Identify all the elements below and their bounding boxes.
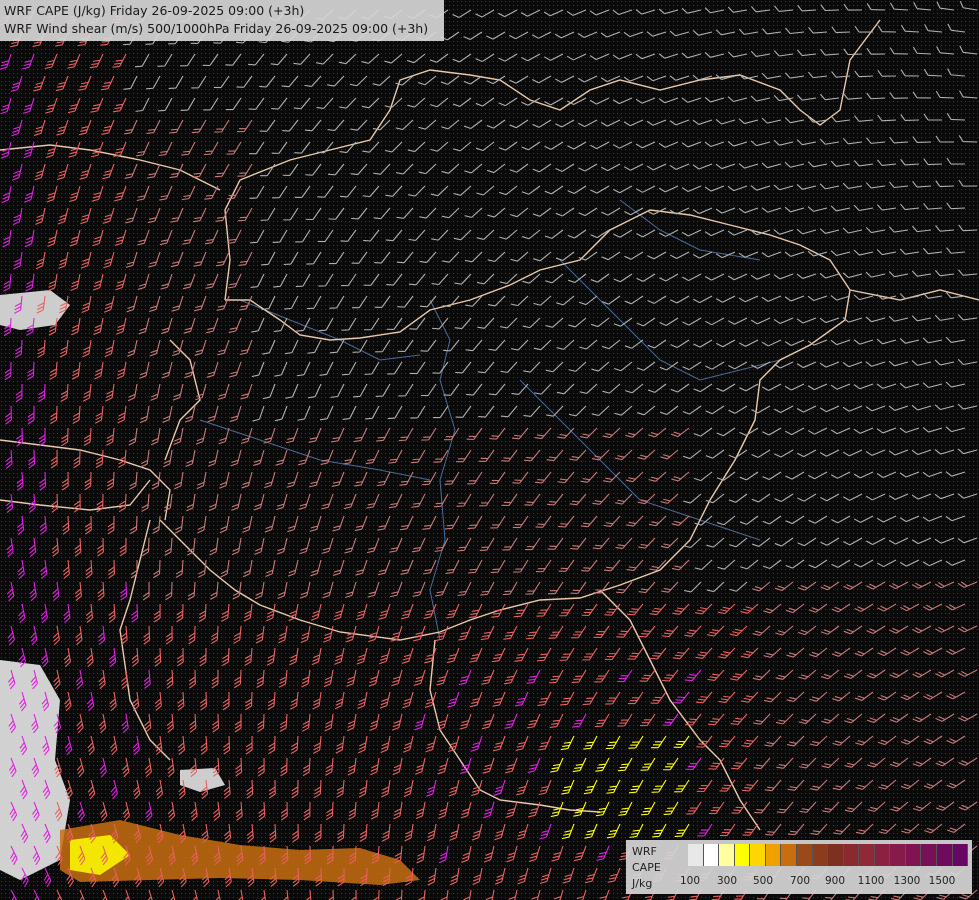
legend-swatch xyxy=(843,844,860,866)
legend-tick-label: 1500 xyxy=(928,875,956,887)
legend-swatch xyxy=(890,844,906,866)
legend-swatch xyxy=(921,844,937,866)
legend-swatch xyxy=(828,844,844,866)
legend-swatch xyxy=(796,844,813,866)
legend-swatch xyxy=(765,844,782,866)
legend-swatch xyxy=(703,844,720,866)
map-header: WRF CAPE (J/kg) Friday 26-09-2025 09:00 … xyxy=(0,0,444,41)
legend-tick-label: 500 xyxy=(752,875,774,887)
legend-color-scale xyxy=(688,844,969,866)
legend-tick-label: 1300 xyxy=(893,875,921,887)
legend-swatch xyxy=(874,844,891,866)
legend-swatch xyxy=(719,844,735,866)
legend-tick-label: 300 xyxy=(716,875,738,887)
legend-model-label: WRF xyxy=(632,845,657,858)
legend-swatch xyxy=(937,844,953,866)
header-title-shear: WRF Wind shear (m/s) 500/1000hPa Friday … xyxy=(4,21,429,36)
legend-tick-label: 100 xyxy=(679,875,701,887)
legend-unit-label: J/kg xyxy=(632,877,653,890)
legend-swatch xyxy=(952,844,969,866)
legend-ticks: 100 300 500 700 900 1100 1300 1500 xyxy=(670,875,970,889)
legend-swatch xyxy=(781,844,797,866)
legend-field-label: CAPE xyxy=(632,861,661,874)
cape-legend: WRF CAPE J/kg 100 300 500 700 900 1100 1300 150… xyxy=(626,840,972,894)
legend-tick-label: 700 xyxy=(789,875,811,887)
legend-swatch xyxy=(688,844,704,866)
legend-swatch xyxy=(812,844,829,866)
legend-tick-label: 900 xyxy=(824,875,846,887)
header-title-cape: WRF CAPE (J/kg) Friday 26-09-2025 09:00 … xyxy=(4,3,305,18)
legend-swatch xyxy=(905,844,922,866)
legend-tick-label: 1100 xyxy=(857,875,885,887)
legend-swatch xyxy=(734,844,751,866)
legend-swatch xyxy=(859,844,875,866)
map-view: WRF CAPE (J/kg) Friday 26-09-2025 09:00 … xyxy=(0,0,979,900)
wind-shear-map xyxy=(0,0,979,900)
legend-swatch xyxy=(750,844,766,866)
